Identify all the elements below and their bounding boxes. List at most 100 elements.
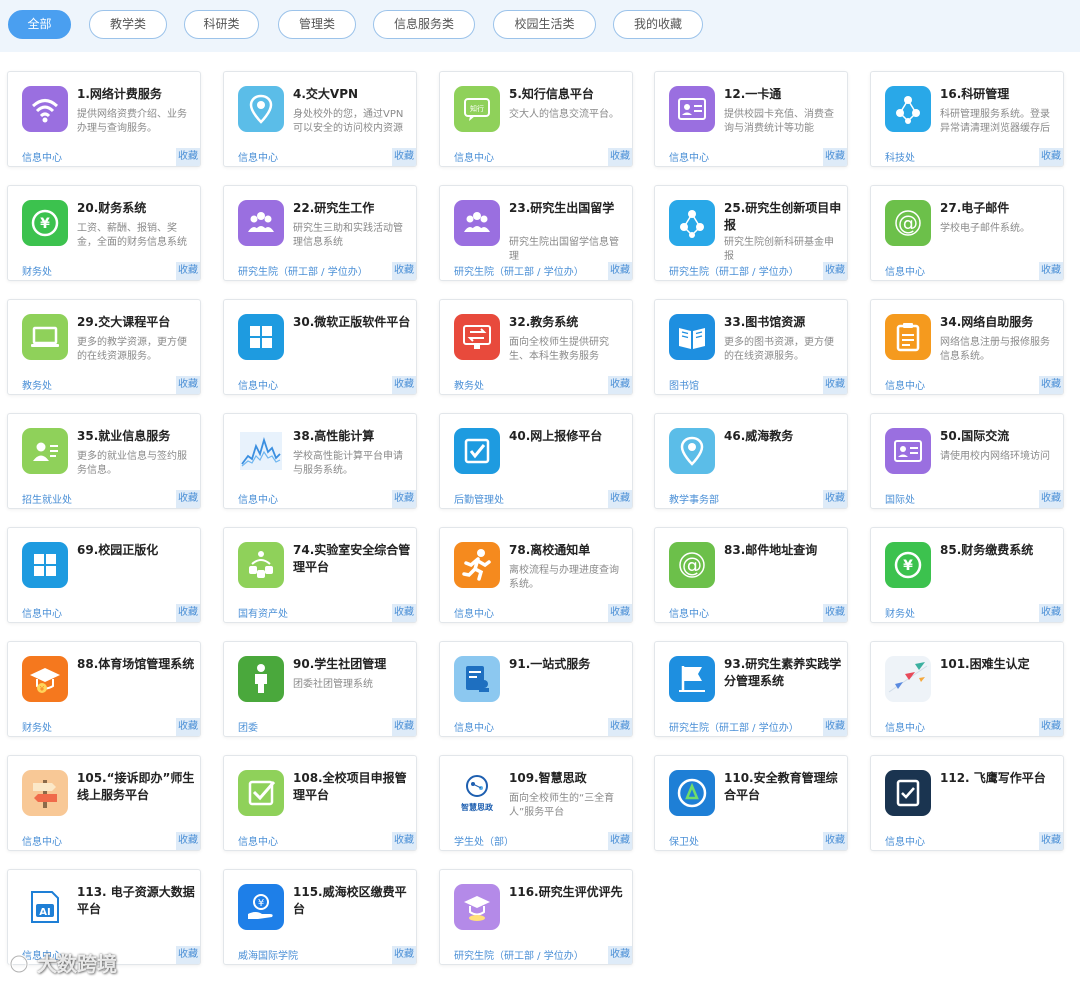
favorite-button[interactable]: 收藏	[176, 148, 200, 166]
service-card[interactable]: 74.实验室安全综合管理平台 国有资产处 收藏	[223, 527, 417, 623]
filter-management-button[interactable]: 管理类	[278, 10, 356, 39]
service-card-title[interactable]: 101.困难生认定	[940, 656, 1058, 673]
service-card-title[interactable]: 40.网上报修平台	[509, 428, 627, 445]
favorite-button[interactable]: 收藏	[823, 376, 847, 394]
service-card-title[interactable]: 115.威海校区缴费平台	[293, 884, 411, 918]
service-card-title[interactable]: 110.安全教育管理综合平台	[724, 770, 842, 804]
service-card[interactable]: 46.威海教务 教学事务部 收藏	[654, 413, 848, 509]
favorite-button[interactable]: 收藏	[1039, 604, 1063, 622]
favorite-button[interactable]: 收藏	[1039, 376, 1063, 394]
service-card-title[interactable]: 5.知行信息平台	[509, 86, 627, 103]
service-card[interactable]: 29.交大课程平台 更多的教学资源，更方便的在线资源服务。 教务处 收藏	[7, 299, 201, 395]
favorite-button[interactable]: 收藏	[176, 604, 200, 622]
service-card-title[interactable]: 108.全校项目申报管理平台	[293, 770, 411, 804]
service-card[interactable]: 69.校园正版化 信息中心 收藏	[7, 527, 201, 623]
service-card[interactable]: 16.科研管理科研管理服务系统。登录异常请清理浏览器缓存后再试科技处 收藏	[870, 71, 1064, 167]
favorite-button[interactable]: 收藏	[823, 148, 847, 166]
service-card-title[interactable]: 12.一卡通	[724, 86, 842, 103]
service-card-title[interactable]: 22.研究生工作	[293, 200, 411, 217]
service-card[interactable]: 105.“接诉即办”师生线上服务平台 信息中心 收藏	[7, 755, 201, 851]
favorite-button[interactable]: 收藏	[392, 148, 416, 166]
favorite-button[interactable]: 收藏	[392, 718, 416, 736]
service-card[interactable]: 40.网上报修平台 后勤管理处 收藏	[439, 413, 633, 509]
favorite-button[interactable]: 收藏	[1039, 490, 1063, 508]
service-card[interactable]: 110.安全教育管理综合平台 保卫处 收藏	[654, 755, 848, 851]
service-card[interactable]: 78.离校通知单 离校流程与办理进度查询系统。 信息中心 收藏	[439, 527, 633, 623]
favorite-button[interactable]: 收藏	[823, 718, 847, 736]
favorite-button[interactable]: 收藏	[1039, 148, 1063, 166]
service-card-title[interactable]: 113. 电子资源大数据平台	[77, 884, 195, 918]
favorite-button[interactable]: 收藏	[608, 148, 632, 166]
service-card[interactable]: @83.邮件地址查询 信息中心 收藏	[654, 527, 848, 623]
service-card-title[interactable]: 33.图书馆资源	[724, 314, 842, 331]
service-card[interactable]: 1.网络计费服务 提供网络资费介绍、业务办理与查询服务。 信息中心 收藏	[7, 71, 201, 167]
filter-research-button[interactable]: 科研类	[184, 10, 259, 39]
filter-all-button[interactable]: 全部	[8, 10, 71, 39]
service-card-title[interactable]: 116.研究生评优评先	[509, 884, 627, 901]
service-card-title[interactable]: 25.研究生创新项目申报	[724, 200, 842, 234]
service-card[interactable]: ¥20.财务系统 工资、薪酬、报销、奖金，全面的财务信息系统 财务处 收藏	[7, 185, 201, 281]
service-card[interactable]: 32.教务系统 面向全校师生提供研究生、本科生教务服务 教务处 收藏	[439, 299, 633, 395]
favorite-button[interactable]: 收藏	[608, 490, 632, 508]
service-card-title[interactable]: 78.离校通知单	[509, 542, 627, 559]
service-card[interactable]: 知行 5.知行信息平台 交大人的信息交流平台。 信息中心 收藏	[439, 71, 633, 167]
favorite-button[interactable]: 收藏	[1039, 262, 1063, 280]
service-card-title[interactable]: 4.交大VPN	[293, 86, 411, 103]
service-card-title[interactable]: 23.研究生出国留学	[509, 200, 627, 217]
favorite-button[interactable]: 收藏	[392, 490, 416, 508]
favorite-button[interactable]: 收藏	[392, 376, 416, 394]
favorite-button[interactable]: 收藏	[1039, 718, 1063, 736]
filter-teaching-button[interactable]: 教学类	[89, 10, 167, 39]
favorite-button[interactable]: 收藏	[823, 262, 847, 280]
favorite-button[interactable]: 收藏	[608, 604, 632, 622]
filter-info-service-button[interactable]: 信息服务类	[373, 10, 475, 39]
favorite-button[interactable]: 收藏	[608, 946, 632, 964]
service-card[interactable]: 101.困难生认定 信息中心 收藏	[870, 641, 1064, 737]
service-card[interactable]: 116.研究生评优评先 研究生院（研工部 / 学位办） 收藏	[439, 869, 633, 965]
service-card-title[interactable]: 1.网络计费服务	[77, 86, 195, 103]
service-card-title[interactable]: 112. 飞鹰写作平台	[940, 770, 1058, 787]
filter-favorites-button[interactable]: 我的收藏	[613, 10, 703, 39]
service-card-title[interactable]: 46.威海教务	[724, 428, 842, 445]
favorite-button[interactable]: 收藏	[392, 604, 416, 622]
service-card-title[interactable]: 20.财务系统	[77, 200, 195, 217]
service-card[interactable]: 智慧思政 109.智慧思政 面向全校师生的“三全育人”服务平台 学生处（部） 收藏	[439, 755, 633, 851]
favorite-button[interactable]: 收藏	[392, 262, 416, 280]
service-card-title[interactable]: 35.就业信息服务	[77, 428, 195, 445]
favorite-button[interactable]: 收藏	[176, 718, 200, 736]
service-card[interactable]: 4.交大VPN 身处校外的您，通过VPN可以安全的访问校内资源 信息中心 收藏	[223, 71, 417, 167]
service-card[interactable]: 23.研究生出国留学 研究生院出国留学信息管理 研究生院（研工部 / 学位办） 收藏	[439, 185, 633, 281]
service-card[interactable]: 91.一站式服务 信息中心 收藏	[439, 641, 633, 737]
service-card[interactable]: 108.全校项目申报管理平台 信息中心 收藏	[223, 755, 417, 851]
service-card[interactable]: 33.图书馆资源 更多的图书资源，更方便的在线资源服务。 图书馆 收藏	[654, 299, 848, 395]
favorite-button[interactable]: 收藏	[608, 718, 632, 736]
favorite-button[interactable]: 收藏	[176, 490, 200, 508]
favorite-button[interactable]: 收藏	[176, 376, 200, 394]
service-card[interactable]: 112. 飞鹰写作平台 信息中心 收藏	[870, 755, 1064, 851]
filter-campus-life-button[interactable]: 校园生活类	[493, 10, 596, 39]
service-card-title[interactable]: 50.国际交流	[940, 428, 1058, 445]
service-card-title[interactable]: 85.财务缴费系统	[940, 542, 1058, 559]
favorite-button[interactable]: 收藏	[823, 832, 847, 850]
favorite-button[interactable]: 收藏	[176, 946, 200, 964]
service-card[interactable]: ¥115.威海校区缴费平台 威海国际学院 收藏	[223, 869, 417, 965]
favorite-button[interactable]: 收藏	[608, 376, 632, 394]
service-card-title[interactable]: 34.网络自助服务	[940, 314, 1058, 331]
service-card-title[interactable]: 27.电子邮件	[940, 200, 1058, 217]
favorite-button[interactable]: 收藏	[1039, 832, 1063, 850]
service-card[interactable]: ¥85.财务缴费系统 财务处 收藏	[870, 527, 1064, 623]
service-card[interactable]: 50.国际交流 请使用校内网络环境访问 国际处 收藏	[870, 413, 1064, 509]
service-card-title[interactable]: 74.实验室安全综合管理平台	[293, 542, 411, 576]
service-card-title[interactable]: 29.交大课程平台	[77, 314, 195, 331]
service-card-title[interactable]: 30.微软正版软件平台	[293, 314, 411, 331]
service-card[interactable]: 90.学生社团管理 团委社团管理系统 团委 收藏	[223, 641, 417, 737]
service-card-title[interactable]: 109.智慧思政	[509, 770, 627, 787]
service-card-title[interactable]: 93.研究生素养实践学分管理系统	[724, 656, 842, 690]
service-card[interactable]: @27.电子邮件 学校电子邮件系统。 信息中心 收藏	[870, 185, 1064, 281]
service-card[interactable]: 12.一卡通 提供校园卡充值、消费查询与消费统计等功能 信息中心 收藏	[654, 71, 848, 167]
favorite-button[interactable]: 收藏	[176, 262, 200, 280]
service-card-title[interactable]: 91.一站式服务	[509, 656, 627, 673]
favorite-button[interactable]: 收藏	[823, 490, 847, 508]
service-card[interactable]: 25.研究生创新项目申报 研究生院创新科研基金申报 研究生院（研工部 / 学位办） 收…	[654, 185, 848, 281]
service-card[interactable]: 38.高性能计算 学校高性能计算平台申请与服务系统。 信息中心 收藏	[223, 413, 417, 509]
